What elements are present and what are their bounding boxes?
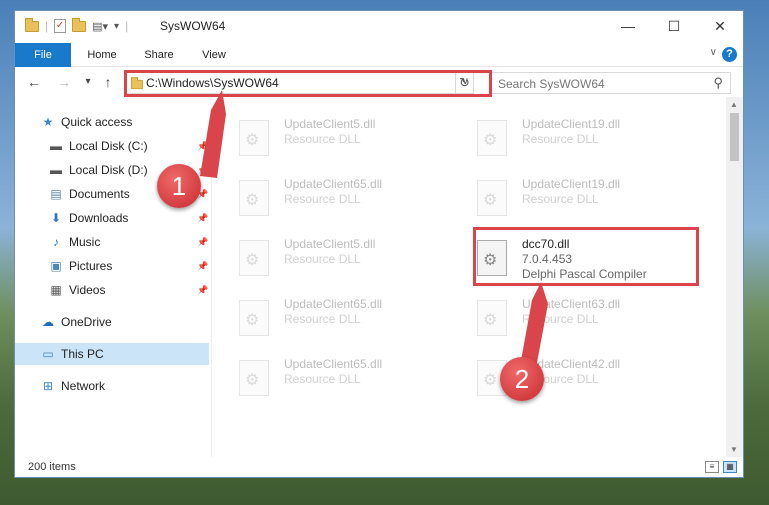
step-1-badge: 1 xyxy=(157,164,201,208)
arrow-2-icon xyxy=(520,282,548,368)
annotation-arrows xyxy=(200,90,548,368)
arrow-1-icon xyxy=(200,90,226,178)
step-2-badge: 2 xyxy=(500,357,544,401)
